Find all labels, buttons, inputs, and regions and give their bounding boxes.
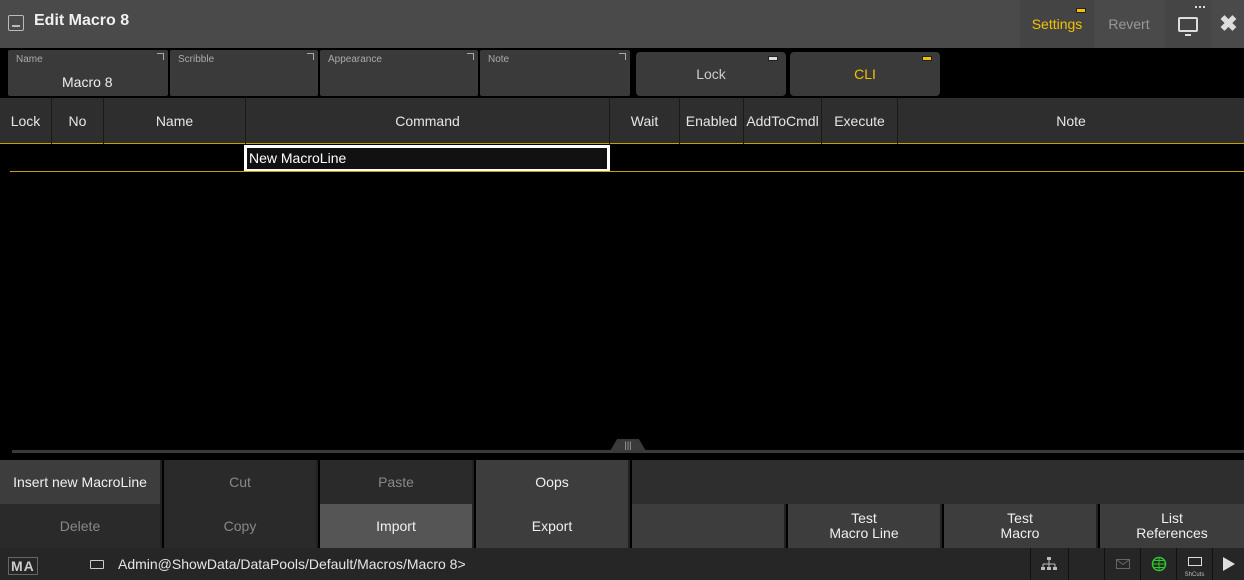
export-button[interactable]: Export <box>476 504 630 548</box>
list-references-button[interactable]: List References <box>1100 504 1244 548</box>
column-header-command[interactable]: Command <box>246 98 610 144</box>
title-bar: Edit Macro 8 Settings Revert ✖ <box>0 0 1244 48</box>
row-separator <box>10 171 1244 172</box>
oops-button[interactable]: Oops <box>476 460 630 504</box>
appearance-field-label: Appearance <box>328 54 382 65</box>
macro-window-icon <box>8 15 24 31</box>
scribble-field[interactable]: Scribble <box>170 50 318 96</box>
resize-handle[interactable]: ||| <box>610 439 646 451</box>
status-slot <box>1068 548 1102 580</box>
cli-indicator <box>922 56 932 61</box>
lock-label: Lock <box>696 66 726 82</box>
name-field-value: Macro 8 <box>62 74 113 90</box>
edit-corner-icon <box>157 53 164 60</box>
edit-corner-icon <box>619 53 626 60</box>
command-line-prompt[interactable]: Admin@ShowData/DataPools/Default/Macros/… <box>118 556 466 572</box>
settings-label: Settings <box>1031 16 1083 32</box>
more-dots-icon <box>1195 6 1205 9</box>
monitor-icon <box>1178 16 1198 36</box>
display-button[interactable] <box>1165 0 1211 48</box>
network-globe-icon[interactable] <box>1140 548 1176 580</box>
property-row: Name Macro 8 Scribble Appearance Note Lo… <box>0 50 1244 96</box>
close-button[interactable]: ✖ <box>1213 0 1244 48</box>
revert-label: Revert <box>1108 16 1150 32</box>
command-cell-editor[interactable]: New MacroLine <box>244 145 610 172</box>
delete-button[interactable]: Delete <box>0 504 162 548</box>
settings-button[interactable]: Settings <box>1020 0 1094 48</box>
insert-macroline-button[interactable]: Insert new MacroLine <box>0 460 162 504</box>
ma-logo: MA <box>8 557 38 575</box>
note-field-label: Note <box>488 54 510 65</box>
edit-corner-icon <box>467 53 474 60</box>
revert-button[interactable]: Revert <box>1097 0 1161 48</box>
copy-button[interactable]: Copy <box>164 504 318 548</box>
keyboard-icon[interactable] <box>90 560 104 569</box>
note-field[interactable]: Note <box>480 50 630 96</box>
cut-button[interactable]: Cut <box>164 460 318 504</box>
name-field[interactable]: Name Macro 8 <box>8 50 168 96</box>
network-tree-icon[interactable] <box>1030 548 1066 580</box>
import-button[interactable]: Import <box>320 504 474 548</box>
keyboard-icon <box>1187 556 1202 566</box>
close-icon: ✖ <box>1219 11 1238 36</box>
column-header-wait[interactable]: Wait <box>610 98 680 144</box>
lock-indicator <box>768 56 778 61</box>
settings-indicator <box>1076 8 1086 13</box>
column-header-name[interactable]: Name <box>104 98 246 144</box>
test-macro-button[interactable]: Test Macro <box>944 504 1098 548</box>
column-header-lock[interactable]: Lock <box>0 98 52 144</box>
mail-icon[interactable] <box>1104 548 1140 580</box>
window-title: Edit Macro 8 <box>34 12 130 29</box>
appearance-field[interactable]: Appearance <box>320 50 478 96</box>
edit-corner-icon <box>307 53 314 60</box>
cli-label: CLI <box>854 66 876 82</box>
paste-button[interactable]: Paste <box>320 460 474 504</box>
shortcuts-label: ShCuts <box>1184 572 1205 578</box>
test-macro-line-button[interactable]: Test Macro Line <box>788 504 942 548</box>
macro-table-header: Lock No Name Command Wait Enabled AddToC… <box>0 98 1244 144</box>
shortcuts-button[interactable]: ShCuts <box>1176 548 1212 580</box>
column-header-no[interactable]: No <box>52 98 104 144</box>
column-header-note[interactable]: Note <box>898 98 1244 144</box>
macro-table-body: New MacroLine ||| <box>0 145 1244 453</box>
scribble-field-label: Scribble <box>178 54 215 65</box>
action-row-1: Insert new MacroLine Cut Paste Oops <box>0 460 1244 504</box>
column-header-addtocmdl[interactable]: AddToCmdl <box>744 98 822 144</box>
name-field-label: Name <box>16 54 43 65</box>
lock-button[interactable]: Lock <box>636 52 786 96</box>
action-row-2: Delete Copy Import Export Test Macro Lin… <box>0 504 1244 548</box>
column-header-execute[interactable]: Execute <box>822 98 898 144</box>
column-header-enabled[interactable]: Enabled <box>680 98 744 144</box>
status-bar: MA Admin@ShowData/DataPools/Default/Macr… <box>0 548 1244 580</box>
empty-button-area <box>632 460 1244 504</box>
empty-slot-button <box>632 504 786 548</box>
cli-button[interactable]: CLI <box>790 52 940 96</box>
play-icon[interactable] <box>1212 548 1244 580</box>
